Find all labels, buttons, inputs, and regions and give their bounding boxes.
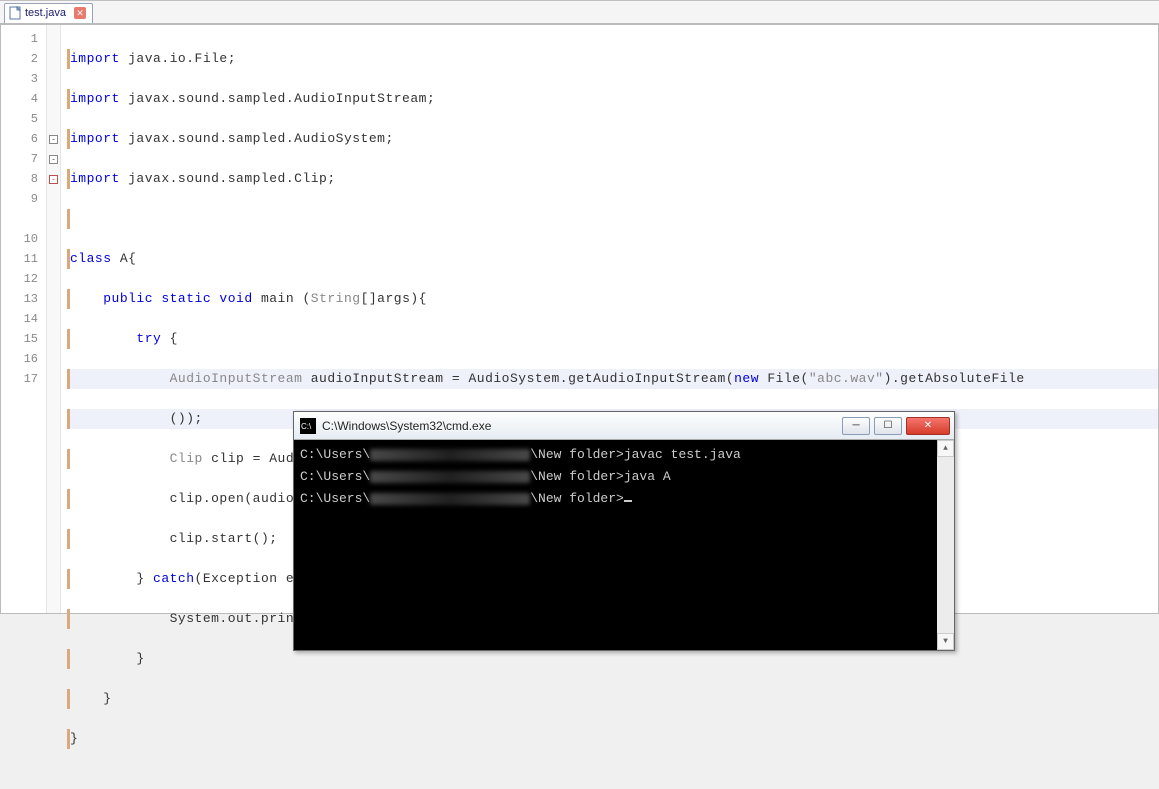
cmd-scrollbar[interactable]: ▲ ▼	[937, 440, 954, 650]
fold-margin: - - -	[47, 25, 61, 613]
java-file-icon	[9, 6, 21, 20]
cmd-icon: C:\	[300, 418, 316, 434]
scroll-down-button[interactable]: ▼	[937, 633, 954, 650]
line-number: 6	[1, 129, 38, 149]
line-number: 7	[1, 149, 38, 169]
file-tab[interactable]: test.java ✕	[4, 3, 93, 23]
line-number: 16	[1, 349, 38, 369]
close-button[interactable]: ✕	[906, 417, 950, 435]
cmd-body[interactable]: C:\Users\\New folder>javac test.java C:\…	[294, 440, 954, 650]
tab-bar: test.java ✕	[0, 0, 1159, 24]
tab-close-button[interactable]: ✕	[74, 7, 86, 19]
maximize-button[interactable]: ☐	[874, 417, 902, 435]
line-number: 3	[1, 69, 38, 89]
cmd-title: C:\Windows\System32\cmd.exe	[322, 419, 842, 433]
line-number: 9	[1, 189, 38, 229]
line-number: 17	[1, 369, 38, 389]
fold-toggle[interactable]: -	[49, 135, 58, 144]
cmd-window: C:\ C:\Windows\System32\cmd.exe ─ ☐ ✕ C:…	[293, 411, 955, 651]
line-number: 11	[1, 249, 38, 269]
cmd-output-line: C:\Users\\New folder>java A	[300, 466, 948, 488]
svg-text:C:\: C:\	[301, 422, 312, 431]
minimize-button[interactable]: ─	[842, 417, 870, 435]
line-number: 1	[1, 29, 38, 49]
line-number: 5	[1, 109, 38, 129]
line-number: 12	[1, 269, 38, 289]
fold-toggle[interactable]: -	[49, 155, 58, 164]
line-number-gutter: 1 2 3 4 5 6 7 8 9 10 11 12 13 14 15 16 1…	[1, 25, 47, 613]
cmd-output-line: C:\Users\\New folder>javac test.java	[300, 444, 948, 466]
scroll-up-button[interactable]: ▲	[937, 440, 954, 457]
line-number: 14	[1, 309, 38, 329]
line-number: 4	[1, 89, 38, 109]
line-number: 13	[1, 289, 38, 309]
line-number: 8	[1, 169, 38, 189]
line-number: 2	[1, 49, 38, 69]
fold-toggle[interactable]: -	[49, 175, 58, 184]
tab-filename: test.java	[25, 7, 66, 19]
cmd-output-line: C:\Users\\New folder>	[300, 488, 948, 510]
line-number: 10	[1, 229, 38, 249]
cmd-cursor	[624, 500, 632, 502]
cmd-titlebar[interactable]: C:\ C:\Windows\System32\cmd.exe ─ ☐ ✕	[294, 412, 954, 440]
line-number: 15	[1, 329, 38, 349]
